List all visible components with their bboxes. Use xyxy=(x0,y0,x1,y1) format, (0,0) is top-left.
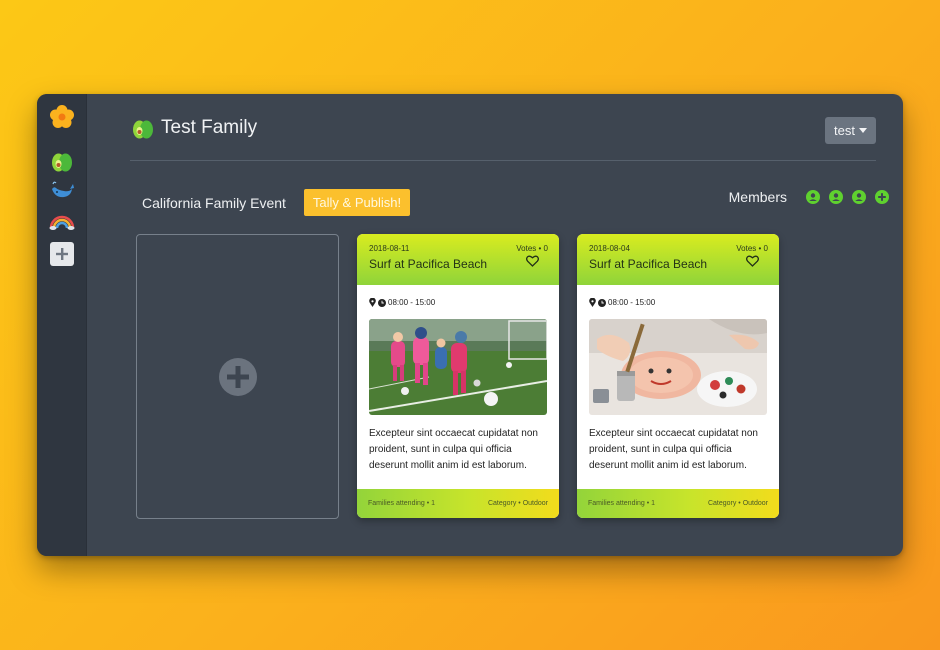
members-bar: Members xyxy=(729,189,889,205)
card-footer: Families attending • 1 Category • Outdoo… xyxy=(577,489,779,518)
heart-icon[interactable] xyxy=(746,255,759,267)
tally-publish-button[interactable]: Tally & Publish! xyxy=(304,189,410,216)
avocado-icon[interactable] xyxy=(49,148,75,174)
rainbow-icon[interactable] xyxy=(49,208,75,234)
event-meta: 08:00 - 15:00 xyxy=(357,285,559,307)
event-description: Excepteur sint occaecat cupidatat non pr… xyxy=(589,428,758,471)
heart-icon[interactable] xyxy=(526,255,539,267)
vote-count: Votes • 0 xyxy=(736,244,768,253)
main-content: Test Family test California Family Event… xyxy=(87,94,903,556)
members-label: Members xyxy=(728,189,787,205)
card-header: 2018-08-11 Votes • 0 Surf at Pacifica Be… xyxy=(357,234,559,285)
event-card[interactable]: 2018-08-11 Votes • 0 Surf at Pacifica Be… xyxy=(357,234,559,518)
event-category: Category • Outdoor xyxy=(707,500,768,507)
member-avatar-icon[interactable] xyxy=(806,190,820,204)
whale-icon[interactable] xyxy=(49,178,75,204)
event-name: Surf at Pacifica Beach xyxy=(369,257,488,271)
header-divider xyxy=(130,160,876,161)
event-description: Excepteur sint occaecat cupidatat non pr… xyxy=(369,428,538,471)
event-name: Surf at Pacifica Beach xyxy=(589,257,708,271)
member-avatar-icon[interactable] xyxy=(829,190,843,204)
plus-icon xyxy=(55,248,68,260)
soccer-kids-photo xyxy=(369,319,547,415)
sidebar xyxy=(37,94,87,556)
plus-circle-icon xyxy=(218,357,257,396)
vote-count: Votes • 0 xyxy=(516,244,548,253)
flower-logo-icon[interactable] xyxy=(49,104,75,130)
families-attending: Families attending • 1 xyxy=(588,500,656,507)
add-event-card[interactable] xyxy=(136,234,339,519)
event-time: 08:00 - 15:00 xyxy=(608,298,656,307)
avocado-icon xyxy=(133,120,153,139)
location-pin-icon xyxy=(589,298,596,307)
event-title: California Family Event xyxy=(142,195,286,211)
add-member-icon[interactable] xyxy=(875,190,889,204)
event-meta: 08:00 - 15:00 xyxy=(577,285,779,307)
event-card[interactable]: 2018-08-04 Votes • 0 Surf at Pacifica Be… xyxy=(577,234,779,518)
clock-icon xyxy=(378,298,386,307)
user-menu-label: test xyxy=(834,123,855,138)
families-attending: Families attending • 1 xyxy=(368,500,436,507)
event-category: Category • Outdoor xyxy=(487,500,548,507)
caret-down-icon xyxy=(859,128,867,133)
location-pin-icon xyxy=(369,298,376,307)
card-footer: Families attending • 1 Category • Outdoo… xyxy=(357,489,559,518)
member-avatar-icon[interactable] xyxy=(852,190,866,204)
event-time: 08:00 - 15:00 xyxy=(388,298,436,307)
card-header: 2018-08-04 Votes • 0 Surf at Pacifica Be… xyxy=(577,234,779,285)
page-title: Test Family xyxy=(131,116,257,140)
family-name: Test Family xyxy=(161,117,258,138)
clock-icon xyxy=(598,298,606,307)
painting-crafts-photo xyxy=(589,319,767,415)
user-menu-button[interactable]: test xyxy=(825,117,876,144)
add-family-button[interactable] xyxy=(49,242,74,266)
app-window: Test Family test California Family Event… xyxy=(37,94,903,556)
